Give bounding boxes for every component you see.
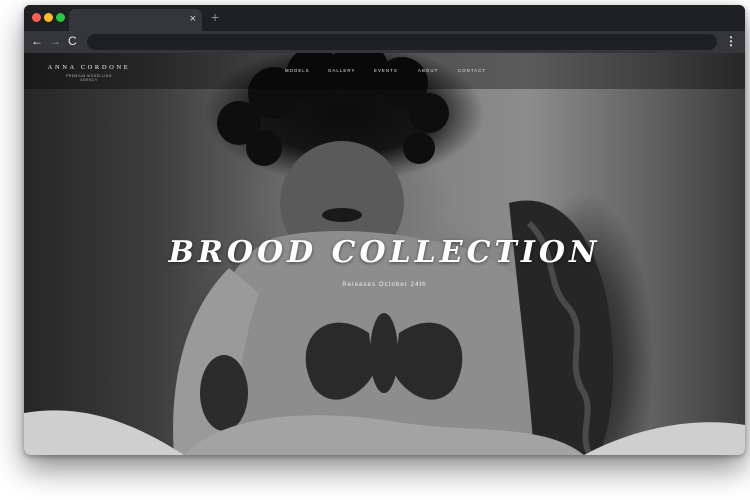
- main-nav: MODELS GALLERY EVENTS ABOUT CONTACT: [24, 68, 745, 76]
- brand-subline: AGENCY: [80, 78, 98, 82]
- close-window-button[interactable]: [32, 13, 41, 22]
- site-header: ANNA CORDONE PREMIUM MODELLING AGENCY MO…: [24, 53, 745, 89]
- hero-subtitle: Releases October 24th: [342, 282, 427, 288]
- address-bar[interactable]: [87, 34, 717, 50]
- minimize-window-button[interactable]: [44, 13, 53, 22]
- nav-link-gallery[interactable]: GALLERY: [328, 68, 355, 74]
- browser-menu-icon[interactable]: ⋮: [725, 34, 737, 48]
- hero-title: BROOD COLLECTION: [168, 235, 601, 270]
- tab-strip: × +: [24, 5, 745, 31]
- nav-link-models[interactable]: MODELS: [285, 68, 310, 74]
- page-viewport: ANNA CORDONE PREMIUM MODELLING AGENCY MO…: [24, 53, 745, 455]
- nav-link-about[interactable]: ABOUT: [418, 68, 438, 74]
- back-arrow-icon[interactable]: ←: [31, 34, 43, 48]
- browser-toolbar: ← → C ⋮: [24, 31, 745, 53]
- close-tab-icon[interactable]: ×: [190, 12, 196, 26]
- maximize-window-button[interactable]: [56, 13, 65, 22]
- browser-window: × + ← → C ⋮ ANNA CORDONE PREMIUM MODELLI…: [24, 5, 745, 455]
- nav-link-contact[interactable]: CONTACT: [458, 68, 486, 74]
- reload-icon[interactable]: C: [68, 34, 77, 48]
- active-tab[interactable]: ×: [69, 9, 202, 31]
- new-tab-icon[interactable]: +: [211, 10, 219, 24]
- forward-arrow-icon[interactable]: →: [49, 34, 61, 48]
- nav-link-events[interactable]: EVENTS: [374, 68, 398, 74]
